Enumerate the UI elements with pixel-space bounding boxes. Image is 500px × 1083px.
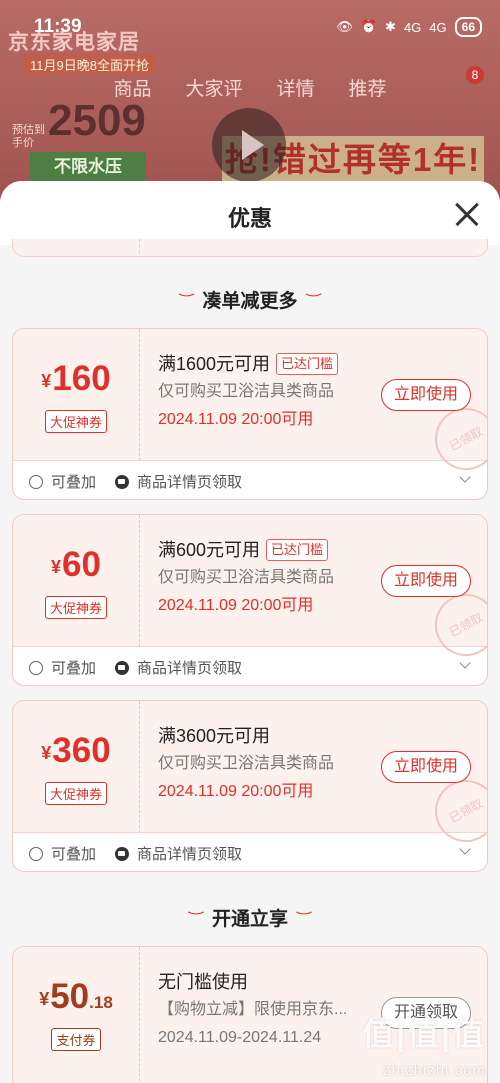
stackable-label: 可叠加 [51, 474, 97, 491]
chevron-down-icon[interactable] [459, 471, 471, 483]
coupon-amount-area: ¥160 大促神券 [13, 329, 140, 461]
section-title-membership: ︶ 开通立享 ︶ [187, 909, 313, 930]
tab-details[interactable]: 详情 [277, 74, 315, 101]
coupon-type-tag: 大促神券 [44, 410, 107, 433]
coupon-time: 2024.11.09 20:00可用 [158, 411, 314, 428]
eye-icon: 👁 [336, 19, 353, 34]
threshold-reached-badge: 已达门槛 [276, 353, 339, 375]
coupon-source: 商品详情页领取 [137, 474, 243, 491]
stack-icon [29, 846, 43, 861]
decor-icon: ︶ [296, 912, 313, 923]
sheet-title: 优惠 [227, 206, 272, 231]
coupon-scope: 仅可购买卫浴洁具类商品 [158, 569, 335, 586]
chevron-down-icon[interactable] [459, 843, 471, 855]
alarm-icon: ⏰ [360, 19, 378, 34]
coupon-amount-area: ¥50.18 支付券 [13, 947, 140, 1083]
coupon-source: 商品详情页领取 [137, 660, 243, 677]
chevron-down-icon[interactable] [459, 657, 471, 669]
status-bar: 11:39 👁 ⏰ ✱ 4G 4G 66 [0, 0, 500, 56]
stack-icon [29, 474, 43, 489]
decor-icon: ︶ [178, 294, 195, 305]
coupon-amount: ¥360 [41, 731, 111, 770]
coupon-source: 商品详情页领取 [137, 846, 243, 863]
coupon-amount-area: ¥360 大促神券 [13, 701, 140, 833]
use-now-button[interactable]: 立即使用 [381, 751, 471, 783]
coupon-condition: 满600元可用 已达门槛 [158, 537, 378, 563]
coupon-type-tag: 大促神券 [44, 596, 107, 619]
ticket-icon [115, 660, 129, 675]
discount-sheet: 优惠 ︶ 凑单减更多 ︶ ¥160 大促神券 满1600元可用 已达门槛 仅可购买卫浴… [0, 181, 500, 1083]
coupon-amount-area: ¥60 大促神券 [13, 515, 140, 647]
coupon-amount: ¥160 [41, 359, 111, 398]
signal-icon-2: 4G [429, 19, 447, 35]
use-now-button[interactable]: 立即使用 [381, 379, 471, 411]
coupon-amount: ¥60 [51, 545, 101, 584]
coupon-scope: 仅可购买卫浴洁具类商品 [158, 755, 335, 772]
coupon-card[interactable]: ¥160 大促神券 满1600元可用 已达门槛 仅可购买卫浴洁具类商品 2024.… [12, 328, 488, 500]
coupon-scope: 【购物立减】限使用京东... [158, 1001, 348, 1018]
use-now-button[interactable]: 立即使用 [381, 565, 471, 597]
status-time: 11:39 [34, 16, 82, 37]
coupon-time: 2024.11.09-2024.11.24 [158, 1029, 322, 1046]
close-icon[interactable] [454, 201, 480, 227]
feature-pill: 不限水压 [30, 152, 146, 182]
section-title-bundle: ︶ 凑单减更多 ︶ [178, 291, 322, 312]
coupon-type-tag: 支付券 [51, 1028, 101, 1051]
coupon-time: 2024.11.09 20:00可用 [158, 597, 314, 614]
sheet-header: 优惠 [0, 181, 500, 245]
battery-icon: 66 [454, 17, 482, 37]
signal-icon: 4G [403, 19, 422, 35]
tab-recommend[interactable]: 推荐 [349, 74, 387, 101]
watermark-logo: 值|值|值 [362, 1016, 486, 1052]
coupon-card[interactable]: ¥60 大促神券 满600元可用 已达门槛 仅可购买卫浴洁具类商品 2024.11… [12, 514, 488, 686]
coupon-condition: 满1600元可用 已达门槛 [158, 351, 378, 377]
status-icons: 👁 ⏰ ✱ 4G 4G 66 [336, 17, 482, 37]
sale-date-banner: 11月9日晚8全面开抢 [24, 54, 155, 75]
ticket-icon [115, 474, 129, 489]
coupon-scope: 仅可购买卫浴洁具类商品 [158, 383, 335, 400]
cart-count-badge: 8 [466, 66, 484, 84]
coupon-type-tag: 大促神券 [44, 782, 107, 805]
ticket-icon [115, 846, 129, 861]
price-label: 预估到手价 [12, 124, 45, 149]
play-video-icon[interactable] [212, 108, 286, 182]
watermark-url: zhizhizhi.com [382, 1062, 486, 1079]
coupon-amount: ¥50.18 [39, 977, 113, 1016]
coupon-condition: 满3600元可用 [158, 726, 271, 746]
stackable-label: 可叠加 [51, 660, 97, 677]
stackable-label: 可叠加 [51, 846, 97, 863]
coupon-card-partial [12, 239, 488, 257]
coupon-card[interactable]: ¥360 大促神券 满3600元可用 仅可购买卫浴洁具类商品 2024.11.0… [12, 700, 488, 872]
estimated-price: 2509 [48, 96, 146, 145]
threshold-reached-badge: 已达门槛 [266, 539, 329, 561]
stack-icon [29, 660, 43, 675]
coupon-condition: 无门槛使用 [158, 972, 248, 992]
bluetooth-icon: ✱ [385, 19, 396, 34]
tab-reviews[interactable]: 大家评 [185, 74, 242, 101]
coupon-time: 2024.11.09 20:00可用 [158, 783, 314, 800]
decor-icon: ︶ [305, 294, 322, 305]
decor-icon: ︶ [187, 912, 204, 923]
